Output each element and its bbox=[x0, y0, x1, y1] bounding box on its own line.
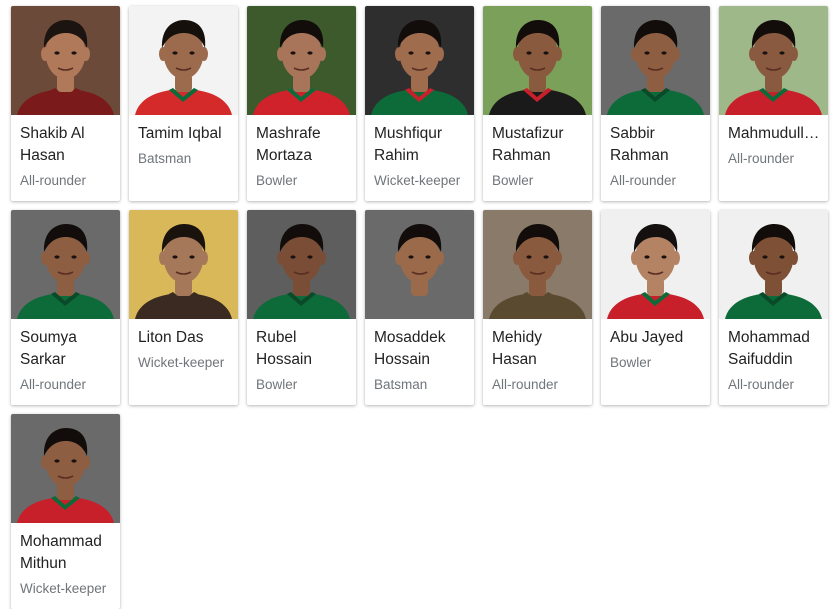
player-role: Wicket-keeper bbox=[138, 355, 225, 370]
player-photo[interactable] bbox=[601, 6, 710, 115]
player-card[interactable]: Mustafizur Rahman Bowler bbox=[483, 6, 592, 201]
player-name[interactable]: Shakib Al Hasan bbox=[20, 123, 116, 167]
player-card[interactable]: Mehidy Hasan All-rounder bbox=[483, 210, 592, 405]
player-photo[interactable] bbox=[11, 414, 120, 523]
player-card[interactable]: Shakib Al Hasan All-rounder bbox=[11, 6, 120, 201]
player-role: All-rounder bbox=[492, 377, 559, 392]
player-photo[interactable] bbox=[719, 210, 828, 319]
player-card[interactable]: Tamim Iqbal Batsman bbox=[129, 6, 238, 201]
player-name[interactable]: Tamim Iqbal bbox=[138, 123, 234, 145]
player-name[interactable]: Mohammad Mithun bbox=[20, 531, 116, 575]
player-photo[interactable] bbox=[247, 210, 356, 319]
player-role: All-rounder bbox=[20, 377, 87, 392]
player-photo[interactable] bbox=[11, 210, 120, 319]
player-photo[interactable] bbox=[129, 6, 238, 115]
player-name[interactable]: Mashrafe Mortaza bbox=[256, 123, 352, 167]
player-name[interactable]: Mushfiqur Rahim bbox=[374, 123, 470, 167]
player-role: Bowler bbox=[256, 377, 298, 392]
player-name[interactable]: Liton Das bbox=[138, 327, 234, 349]
player-role: Bowler bbox=[256, 173, 298, 188]
player-card[interactable]: Mushfiqur Rahim Wicket-keeper bbox=[365, 6, 474, 201]
player-role: All-rounder bbox=[610, 173, 677, 188]
player-card[interactable]: Mohammad Saifuddin All-rounder bbox=[719, 210, 828, 405]
player-photo[interactable] bbox=[365, 6, 474, 115]
player-photo[interactable] bbox=[11, 6, 120, 115]
player-card[interactable]: Liton Das Wicket-keeper bbox=[129, 210, 238, 405]
player-photo[interactable] bbox=[247, 6, 356, 115]
player-role: All-rounder bbox=[20, 173, 87, 188]
player-card[interactable]: Rubel Hossain Bowler bbox=[247, 210, 356, 405]
player-grid: Shakib Al Hasan All-rounder Tamim Iqbal Bat… bbox=[0, 0, 834, 609]
player-role: All-rounder bbox=[728, 377, 795, 392]
player-card[interactable]: Soumya Sarkar All-rounder bbox=[11, 210, 120, 405]
player-name[interactable]: Mustafizur Rahman bbox=[492, 123, 588, 167]
player-role: Wicket-keeper bbox=[20, 581, 107, 596]
player-role: Wicket-keeper bbox=[374, 173, 461, 188]
player-card[interactable]: Mashrafe Mortaza Bowler bbox=[247, 6, 356, 201]
player-name[interactable]: Mehidy Hasan bbox=[492, 327, 588, 371]
player-photo[interactable] bbox=[719, 6, 828, 115]
player-photo[interactable] bbox=[365, 210, 474, 319]
player-role: Bowler bbox=[610, 355, 652, 370]
player-photo[interactable] bbox=[129, 210, 238, 319]
player-card[interactable]: Mahmudullah Riyad All-rounder bbox=[719, 6, 828, 201]
player-role: Bowler bbox=[492, 173, 534, 188]
player-photo[interactable] bbox=[483, 210, 592, 319]
player-card[interactable]: Mosaddek Hossain Batsman bbox=[365, 210, 474, 405]
player-photo[interactable] bbox=[483, 6, 592, 115]
player-role: Batsman bbox=[374, 377, 428, 392]
player-card[interactable]: Sabbir Rahman All-rounder bbox=[601, 6, 710, 201]
player-name[interactable]: Abu Jayed bbox=[610, 327, 706, 349]
player-role: All-rounder bbox=[728, 151, 795, 166]
player-photo[interactable] bbox=[601, 210, 710, 319]
player-card[interactable]: Abu Jayed Bowler bbox=[601, 210, 710, 405]
player-name[interactable]: Mahmudullah Riyad bbox=[728, 123, 824, 145]
player-card[interactable]: Mohammad Mithun Wicket-keeper bbox=[11, 414, 120, 609]
player-name[interactable]: Soumya Sarkar bbox=[20, 327, 116, 371]
player-name[interactable]: Mohammad Saifuddin bbox=[728, 327, 824, 371]
player-role: Batsman bbox=[138, 151, 192, 166]
player-name[interactable]: Rubel Hossain bbox=[256, 327, 352, 371]
player-name[interactable]: Mosaddek Hossain bbox=[374, 327, 470, 371]
player-name[interactable]: Sabbir Rahman bbox=[610, 123, 706, 167]
